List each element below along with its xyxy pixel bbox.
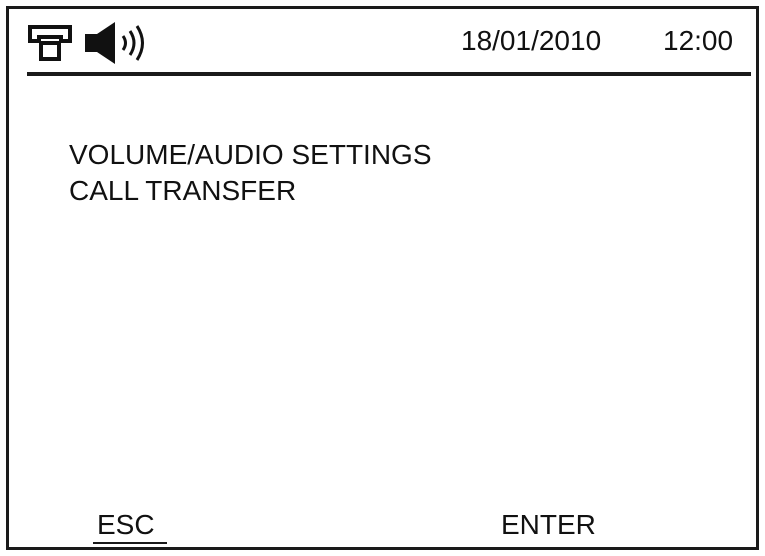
status-time: 12:00 [663,25,734,56]
phone-icon [28,25,72,61]
status-date: 18/01/2010 [461,25,602,56]
status-bar: 18/01/2010 12:00 [9,9,756,73]
display-screen: 18/01/2010 12:00 VOLUME/AUDIO SETTINGS C… [6,6,759,550]
menu-item-volume-audio-settings[interactable]: VOLUME/AUDIO SETTINGS [69,137,432,173]
menu-item-call-transfer[interactable]: CALL TRANSFER [69,173,432,209]
menu-list: VOLUME/AUDIO SETTINGS CALL TRANSFER [69,137,432,209]
esc-softkey-underline [93,542,167,544]
header-divider [27,72,751,76]
enter-softkey[interactable]: ENTER [501,509,596,541]
esc-softkey[interactable]: ESC [97,509,155,541]
speaker-icon [85,22,144,64]
